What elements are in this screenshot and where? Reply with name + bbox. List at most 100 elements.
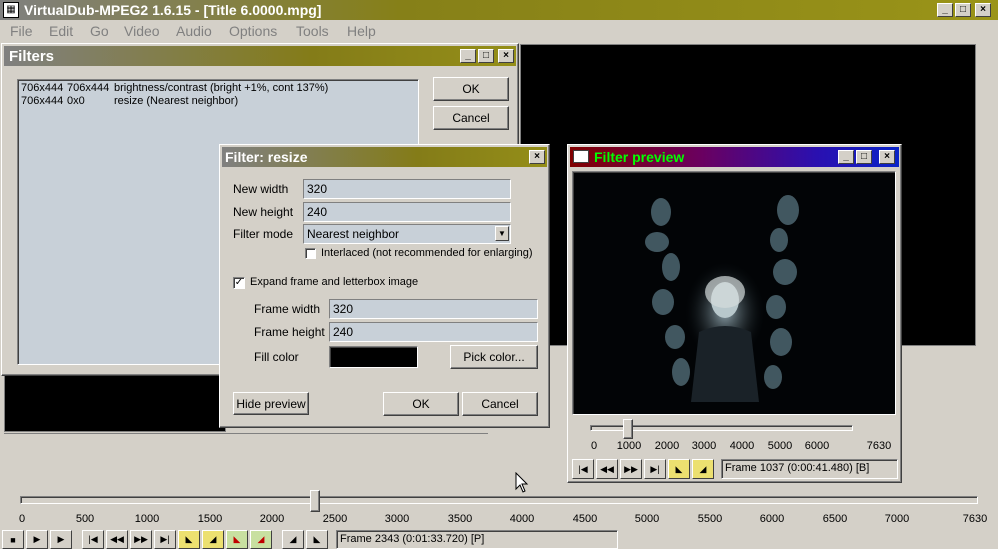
menu-video[interactable]: Video xyxy=(124,23,160,39)
timeline-tick: 1500 xyxy=(197,513,223,525)
preview-title-bar[interactable]: Filter preview _ □ × xyxy=(570,147,899,167)
interlaced-checkbox[interactable] xyxy=(305,248,316,259)
filter-description: brightness/contrast (bright +1%, cont 13… xyxy=(114,82,329,94)
timeline-tick: 7630 xyxy=(962,513,988,525)
fill-color-swatch[interactable] xyxy=(329,346,418,368)
filter-in-size: 706x444 xyxy=(21,82,64,94)
menu-help[interactable]: Help xyxy=(347,23,376,39)
filters-cancel-button[interactable]: Cancel xyxy=(433,106,509,130)
filter-row-2[interactable]: 706x444 0x0 resize (Nearest neighbor) xyxy=(21,95,417,109)
menu-audio[interactable]: Audio xyxy=(176,23,212,39)
prev-scene-icon[interactable]: ◣ xyxy=(178,530,200,549)
menu-go[interactable]: Go xyxy=(90,23,109,39)
filters-minimize-button[interactable]: _ xyxy=(460,49,476,63)
fwd-key-icon[interactable]: ▶▶ xyxy=(130,530,152,549)
maximize-button[interactable]: □ xyxy=(955,3,971,17)
resize-title: Filter: resize xyxy=(225,149,308,165)
input-video-pane xyxy=(4,372,226,432)
preview-tick: 4000 xyxy=(729,440,755,452)
timeline-tick: 5500 xyxy=(697,513,723,525)
filter-out-size: 706x444 xyxy=(67,82,110,94)
preview-window: Filter preview _ □ × 0 1000 2000 3000 40… xyxy=(567,144,902,483)
timeline-tick: 3000 xyxy=(384,513,410,525)
preview-tick: 3000 xyxy=(691,440,717,452)
filter-row-1[interactable]: 706x444 706x444 brightness/contrast (bri… xyxy=(21,82,417,96)
prev-drop-icon[interactable]: ◣ xyxy=(226,530,248,549)
fill-color-label: Fill color xyxy=(254,350,299,364)
resize-ok-button[interactable]: OK xyxy=(383,392,459,416)
frame-height-label: Frame height xyxy=(254,325,325,339)
preview-mark-out-icon[interactable]: ◢ xyxy=(692,459,714,479)
play-output-icon[interactable]: ▶ xyxy=(50,530,72,549)
preview-fwd-key-icon[interactable]: ▶▶ xyxy=(620,459,642,479)
filters-title-bar[interactable]: Filters _ □ × xyxy=(4,46,516,66)
menu-tools[interactable]: Tools xyxy=(296,23,329,39)
expand-label: Expand frame and letterbox image xyxy=(250,276,419,288)
frame-height-input[interactable]: 240 xyxy=(329,322,538,342)
timeline-tick: 5000 xyxy=(634,513,660,525)
close-button[interactable]: × xyxy=(975,3,991,17)
next-scene-icon[interactable]: ◢ xyxy=(202,530,224,549)
dropdown-arrow-icon[interactable]: ▼ xyxy=(495,226,509,241)
main-timeline-track[interactable] xyxy=(20,496,978,504)
preview-mark-in-icon[interactable]: ◣ xyxy=(668,459,690,479)
preview-tick: 7630 xyxy=(866,440,892,452)
preview-title: Filter preview xyxy=(594,149,685,165)
mark-out-icon[interactable]: ◣ xyxy=(306,530,328,549)
preview-maximize-button[interactable]: □ xyxy=(856,150,872,164)
preview-frame-image xyxy=(645,195,799,402)
mark-in-icon[interactable]: ◢ xyxy=(282,530,304,549)
timeline-tick: 4500 xyxy=(572,513,598,525)
menu-file[interactable]: File xyxy=(10,23,33,39)
window-title: VirtualDub-MPEG2 1.6.15 - [Title 6.0000.… xyxy=(24,2,322,18)
pick-color-button[interactable]: Pick color... xyxy=(450,345,538,369)
back-key-icon[interactable]: ◀◀ xyxy=(106,530,128,549)
preview-minimize-button[interactable]: _ xyxy=(838,150,854,164)
filters-maximize-button[interactable]: □ xyxy=(478,49,494,63)
filter-in-size: 706x444 xyxy=(21,95,64,107)
minimize-button[interactable]: _ xyxy=(937,3,953,17)
preview-back-key-icon[interactable]: ◀◀ xyxy=(596,459,618,479)
expand-checkbox[interactable]: ✓ xyxy=(233,277,245,289)
filters-close-button[interactable]: × xyxy=(498,49,514,63)
hide-preview-button[interactable]: Hide preview xyxy=(233,392,309,415)
timeline-tick: 4000 xyxy=(509,513,535,525)
resize-dialog: Filter: resize × New width 320 New heigh… xyxy=(219,144,550,428)
preview-tick: 1000 xyxy=(616,440,642,452)
resize-cancel-button[interactable]: Cancel xyxy=(462,392,538,416)
preview-close-button[interactable]: × xyxy=(879,150,895,164)
preview-tick: 6000 xyxy=(804,440,830,452)
new-height-input[interactable]: 240 xyxy=(303,202,511,222)
next-drop-icon[interactable]: ◢ xyxy=(250,530,272,549)
main-title-bar[interactable]: ▦ VirtualDub-MPEG2 1.6.15 - [Title 6.000… xyxy=(0,0,998,20)
stop-icon[interactable]: ■ xyxy=(2,530,24,549)
preview-frame-status: Frame 1037 (0:00:41.480) [B] xyxy=(721,459,898,479)
preview-slider-thumb[interactable] xyxy=(623,419,633,439)
frame-width-input[interactable]: 320 xyxy=(329,299,538,319)
app-icon[interactable]: ▦ xyxy=(3,2,19,18)
interlaced-label: Interlaced (not recommended for enlargin… xyxy=(321,247,533,259)
new-width-label: New width xyxy=(233,182,289,196)
new-width-input[interactable]: 320 xyxy=(303,179,511,199)
menu-options[interactable]: Options xyxy=(229,23,277,39)
resize-close-button[interactable]: × xyxy=(529,150,545,164)
new-height-label: New height xyxy=(233,205,294,219)
menu-edit[interactable]: Edit xyxy=(49,23,73,39)
menu-bar: File Edit Go Video Audio Options Tools H… xyxy=(0,20,998,40)
filter-mode-select[interactable]: Nearest neighbor ▼ xyxy=(303,224,511,244)
go-end-icon[interactable]: ▶| xyxy=(154,530,176,549)
preview-start-icon[interactable]: |◀ xyxy=(572,459,594,479)
preview-tick: 5000 xyxy=(767,440,793,452)
mouse-cursor-icon xyxy=(515,472,529,493)
main-timeline-thumb[interactable] xyxy=(310,490,320,512)
timeline-tick: 2500 xyxy=(322,513,348,525)
play-input-icon[interactable]: ▶ xyxy=(26,530,48,549)
timeline-tick: 7000 xyxy=(884,513,910,525)
go-start-icon[interactable]: |◀ xyxy=(82,530,104,549)
preview-end-icon[interactable]: ▶| xyxy=(644,459,666,479)
resize-title-bar[interactable]: Filter: resize × xyxy=(222,147,547,167)
pane-edge xyxy=(4,430,488,434)
timeline-tick: 3500 xyxy=(447,513,473,525)
filters-ok-button[interactable]: OK xyxy=(433,77,509,101)
main-frame-status: Frame 2343 (0:01:33.720) [P] xyxy=(336,530,618,549)
